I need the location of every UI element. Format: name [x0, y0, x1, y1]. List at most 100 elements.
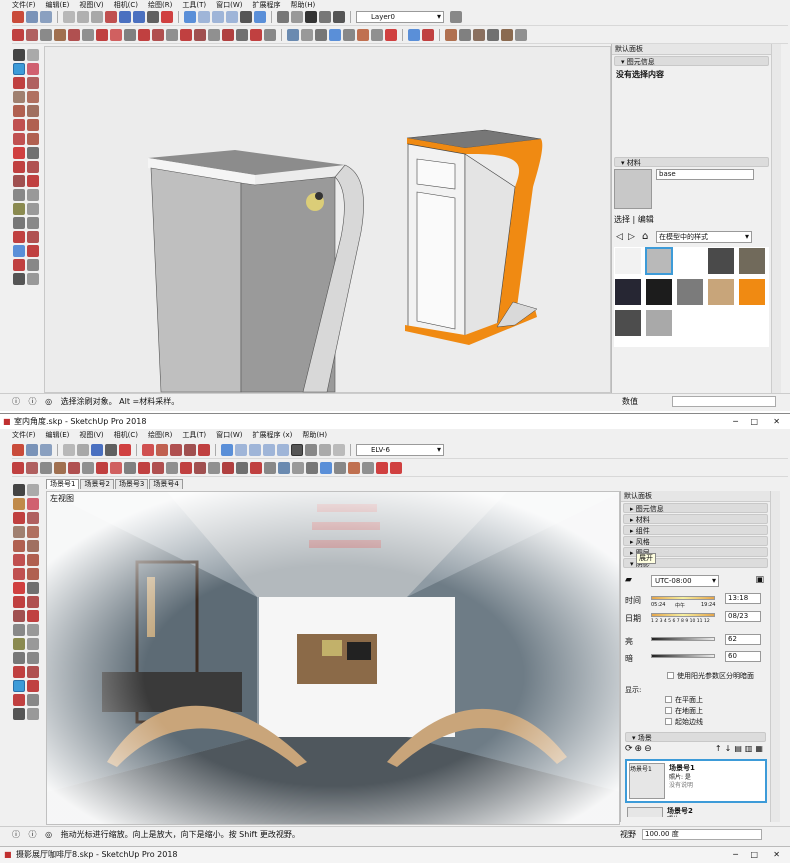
solid2-icon-2[interactable] — [156, 444, 168, 456]
select-icon[interactable] — [13, 49, 25, 61]
tool-b-icon[interactable] — [26, 462, 38, 474]
scene-item-2[interactable]: 场景号2 照片 — [625, 805, 767, 817]
select-icon-2[interactable] — [13, 484, 25, 496]
top-view-icon-2[interactable] — [235, 444, 247, 456]
lookaround-icon[interactable] — [27, 273, 39, 285]
orbit-tool-icon[interactable] — [13, 231, 25, 243]
date-field[interactable]: 08/23 — [725, 611, 761, 622]
layer-dropdown-2[interactable]: ELV-6 — [356, 444, 444, 456]
menu-help-2[interactable]: 帮助(H) — [302, 430, 327, 440]
model-info-icon[interactable] — [161, 11, 173, 23]
front-view-icon-2[interactable] — [249, 444, 261, 456]
tape-tool-icon[interactable] — [13, 189, 25, 201]
status-help-icon[interactable]: ⓘ — [29, 397, 37, 406]
home-icon[interactable]: ⌂ — [642, 231, 648, 242]
add-scene-icon[interactable]: ⊕ — [635, 744, 645, 754]
tool-q-icon[interactable] — [236, 462, 248, 474]
on-ground-checkbox[interactable]: 在地面上 — [665, 706, 703, 716]
swatch-1[interactable] — [614, 247, 642, 275]
arc2-icon[interactable] — [27, 119, 39, 131]
offset-icon[interactable] — [180, 29, 192, 41]
back-arrow-icon[interactable]: ◁ — [616, 232, 623, 242]
walk-icon[interactable] — [408, 29, 420, 41]
eraser-icon-2[interactable] — [27, 498, 39, 510]
swatch-9[interactable] — [707, 278, 735, 306]
print-icon[interactable] — [147, 11, 159, 23]
3dtext-tool-icon[interactable] — [27, 217, 39, 229]
swatch-12[interactable] — [645, 309, 673, 337]
scene-item-1[interactable]: 场景号1 场景号1 照片: 是 没有说明 — [625, 759, 767, 803]
dimension-tool-icon[interactable] — [27, 189, 39, 201]
pushpull-icon-2[interactable] — [27, 582, 39, 594]
move-icon[interactable] — [110, 29, 122, 41]
tool-m-icon[interactable] — [180, 462, 192, 474]
shadow-settings-icon[interactable]: ▣ — [755, 575, 764, 585]
viewport-top[interactable] — [44, 46, 611, 393]
scene-tab-3[interactable]: 场景号3 — [114, 479, 149, 489]
minimize-icon[interactable]: ─ — [733, 414, 738, 429]
close-icon[interactable]: ✕ — [773, 414, 780, 429]
tool-c-icon[interactable] — [40, 462, 52, 474]
measure-field[interactable] — [672, 396, 776, 407]
section-layers[interactable]: ▸ 图层 展开 — [623, 547, 768, 564]
light-field[interactable]: 62 — [725, 634, 761, 645]
shaded-icon[interactable] — [254, 11, 266, 23]
freehand-tool-icon[interactable] — [27, 77, 39, 89]
cut-icon[interactable] — [63, 11, 75, 23]
status-info-icon-2[interactable]: ⓘ — [12, 830, 20, 839]
solid5-icon-2[interactable] — [198, 444, 210, 456]
menu-window-2[interactable]: 窗口(W) — [216, 430, 242, 440]
tool-v-icon[interactable] — [306, 462, 318, 474]
sandbox-icon[interactable] — [385, 29, 397, 41]
section-styles[interactable]: ▸ 风格 — [623, 536, 768, 546]
front-view-icon[interactable] — [212, 11, 224, 23]
tool-s-icon[interactable] — [264, 462, 276, 474]
section-entity-info[interactable]: ▸ 图元信息 — [623, 503, 768, 513]
tab-select[interactable]: 选择 — [614, 215, 630, 224]
style-hidden-icon-2[interactable] — [319, 444, 331, 456]
section-materials[interactable]: ▸ 材料 — [623, 514, 768, 524]
rotate-icon[interactable] — [138, 29, 150, 41]
follow-icon[interactable] — [152, 29, 164, 41]
rectangle-tool-icon[interactable] — [13, 91, 25, 103]
dimension-icon[interactable] — [208, 29, 220, 41]
style-xray-icon-2[interactable] — [291, 444, 303, 456]
back-view-icon-2[interactable] — [277, 444, 289, 456]
outer-shell-icon[interactable] — [501, 29, 513, 41]
text-icon-2[interactable] — [27, 638, 39, 650]
arc-icon[interactable] — [68, 29, 80, 41]
entity-info-section[interactable]: ▾ 图元信息 — [614, 56, 769, 66]
tool-h-icon[interactable] — [110, 462, 122, 474]
open-icon-2[interactable] — [26, 444, 38, 456]
measure-field-2[interactable]: 100.00 度 — [642, 829, 762, 840]
open-icon[interactable] — [26, 11, 38, 23]
maximize-icon[interactable]: □ — [750, 414, 758, 429]
lookaround-icon-2[interactable] — [27, 708, 39, 720]
save-icon-2[interactable] — [40, 444, 52, 456]
taskbar-window[interactable]: ■ 摄影展厅咖啡厅8.skp - SketchUp Pro 2018 ─ □ ✕ — [0, 846, 790, 863]
zoom-extents-icon[interactable] — [329, 29, 341, 41]
circle-icon-2[interactable] — [13, 540, 25, 552]
rect-icon-2[interactable] — [13, 526, 25, 538]
zoom-window-icon-2[interactable] — [27, 680, 39, 692]
tray-scrollbar-2[interactable] — [770, 491, 780, 822]
swatch-4[interactable] — [707, 247, 735, 275]
circle-icon[interactable] — [54, 29, 66, 41]
zoom-window-icon[interactable] — [27, 245, 39, 257]
tool-a-icon[interactable] — [12, 462, 24, 474]
scale-icon[interactable] — [166, 29, 178, 41]
new-icon-2[interactable] — [12, 444, 24, 456]
polygon-tool-icon[interactable] — [27, 105, 39, 117]
library-dropdown[interactable]: 在模型中的样式 — [656, 231, 752, 243]
extension-icon[interactable] — [333, 11, 345, 23]
use-sun-checkbox[interactable]: 使用阳光参数区分明暗面 — [667, 671, 754, 681]
prev-view-icon[interactable] — [343, 29, 355, 41]
protractor-icon-2[interactable] — [13, 638, 25, 650]
new-icon[interactable] — [12, 11, 24, 23]
share-icon[interactable] — [319, 11, 331, 23]
rotated-rect-icon[interactable] — [27, 91, 39, 103]
swatch-11[interactable] — [614, 309, 642, 337]
paint-bucket-icon[interactable] — [13, 63, 25, 75]
footprints-icon-2[interactable] — [13, 708, 25, 720]
line-tool-icon[interactable] — [13, 77, 25, 89]
